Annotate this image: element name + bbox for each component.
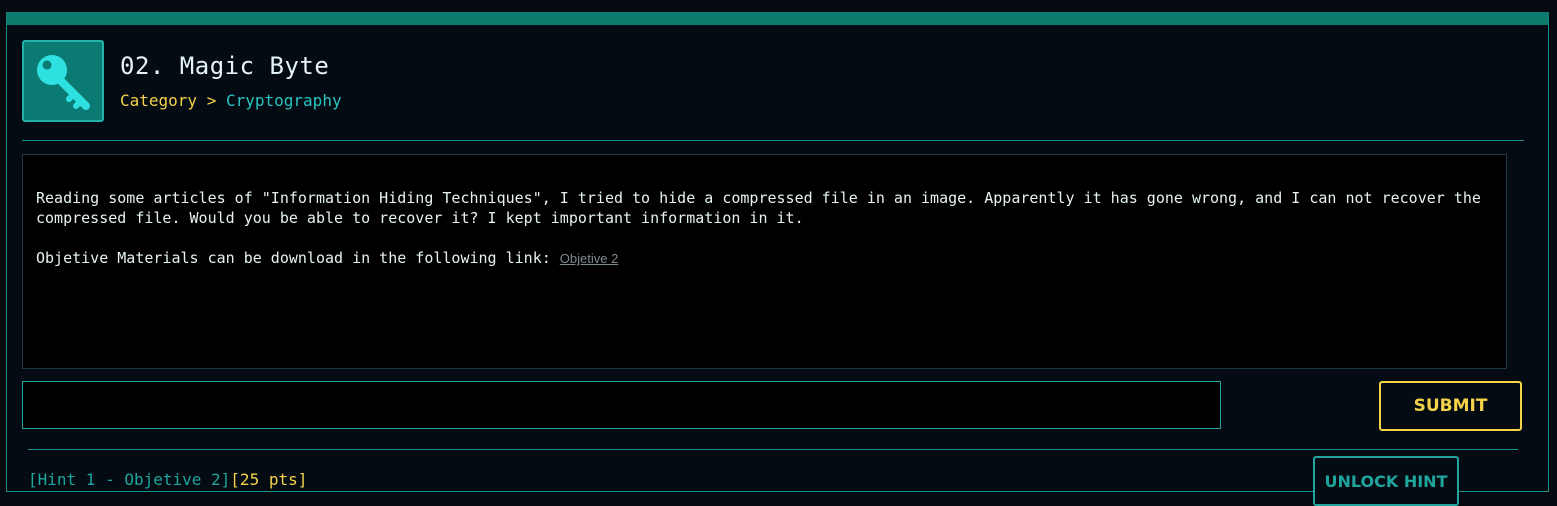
challenge-icon-box <box>22 40 104 122</box>
category-label: Category <box>120 91 198 110</box>
key-icon <box>37 55 90 110</box>
header-divider <box>22 140 1524 141</box>
hint-divider <box>28 449 1518 450</box>
challenge-title: 02. Magic Byte <box>120 52 330 80</box>
unlock-hint-button[interactable]: UNLOCK HINT <box>1313 456 1459 506</box>
challenge-description: Reading some articles of "Information Hi… <box>22 154 1507 369</box>
category-value: Cryptography <box>225 91 342 110</box>
objective-download-link[interactable]: Objetive 2 <box>560 251 619 266</box>
materials-paragraph: Objetive Materials can be download in th… <box>36 248 1493 269</box>
materials-text: Objetive Materials can be download in th… <box>36 249 551 267</box>
challenge-panel: 02. Magic Byte Category > Cryptography R… <box>6 12 1549 506</box>
category-breadcrumb: Category > Cryptography <box>120 91 342 110</box>
description-paragraph: Reading some articles of "Information Hi… <box>36 189 1481 227</box>
submit-button[interactable]: SUBMIT <box>1379 381 1522 431</box>
breadcrumb-separator: > <box>206 91 217 110</box>
flag-input[interactable] <box>22 381 1221 429</box>
